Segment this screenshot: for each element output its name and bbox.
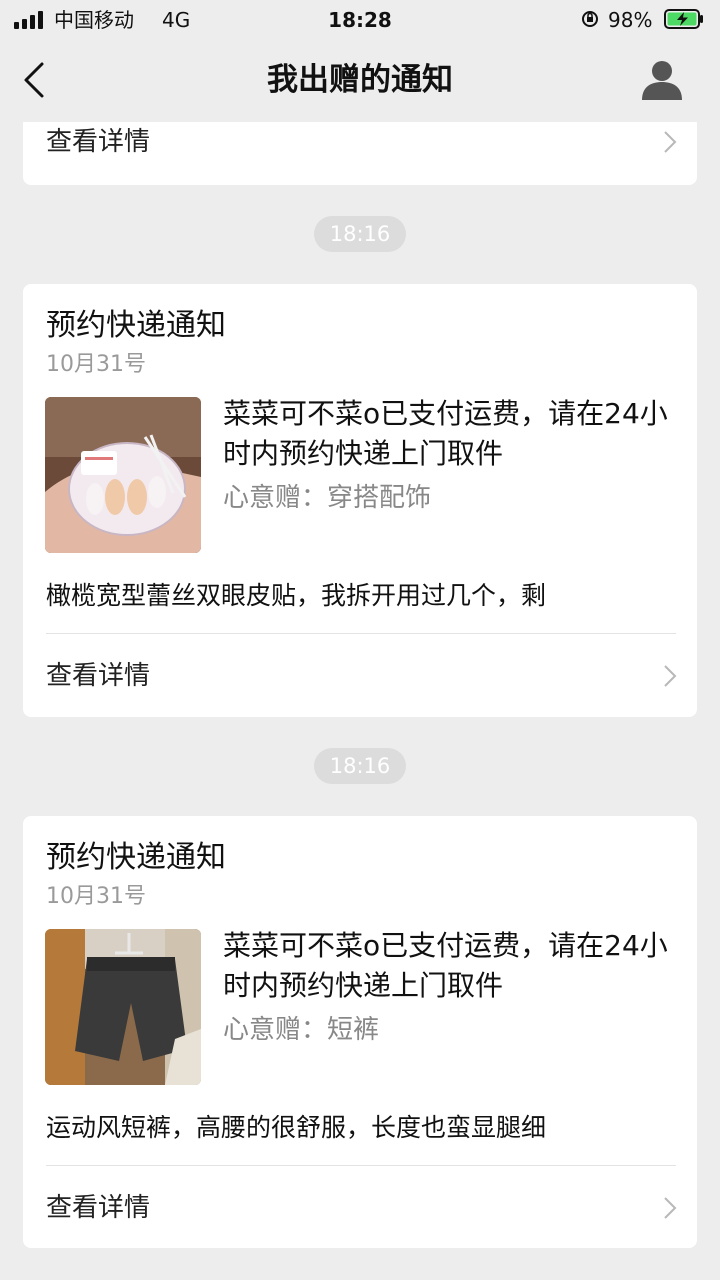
view-details-row[interactable]: 查看详情 — [23, 1166, 697, 1250]
card-title: 预约快递通知 — [46, 308, 226, 343]
gift-category-value: 穿搭配饰 — [327, 483, 432, 513]
status-bar: 中国移动 4G 18:28 98% — [0, 0, 720, 40]
gift-category: 心意赠：短裤 — [223, 1012, 379, 1048]
rotation-lock-icon — [582, 11, 598, 27]
time-label: 18:16 — [314, 748, 406, 784]
notification-message: 菜菜可不菜o已支付运费，请在24小时内预约快递上门取件 — [223, 929, 668, 1002]
notification-card: 预约快递通知 10月31号 菜菜可不菜o已支付运费，请在24小时内预约快递上门取… — [23, 284, 697, 717]
item-description: 橄榄宽型蕾丝双眼皮贴，我拆开用过几个，剩 — [46, 581, 547, 610]
gift-category-label: 心意赠： — [223, 483, 328, 513]
view-details-row[interactable]: 查看详情 — [23, 634, 697, 718]
nav-bar-overlay: 我出赠的通知 — [0, 40, 720, 120]
view-details-label: 查看详情 — [46, 661, 151, 691]
gift-category: 心意赠：穿搭配饰 — [223, 480, 431, 516]
view-details-label: 查看详情 — [46, 1193, 151, 1223]
profile-icon[interactable] — [640, 58, 684, 102]
notification-message: 菜菜可不菜o已支付运费，请在24小时内预约快递上门取件 — [223, 397, 668, 470]
chevron-right-icon — [664, 1197, 677, 1219]
chevron-right-icon — [664, 665, 677, 687]
time-label: 18:16 — [314, 216, 406, 252]
item-description: 运动风短裤，高腰的很舒服，长度也蛮显腿细 — [46, 1113, 547, 1142]
product-image-shorts[interactable] — [45, 929, 201, 1085]
card-date: 10月31号 — [46, 884, 146, 909]
gift-category-value: 短裤 — [327, 1015, 380, 1045]
view-details-label: 查看详情 — [46, 127, 151, 157]
battery-charging-icon — [664, 9, 703, 29]
card-date: 10月31号 — [46, 352, 146, 377]
notification-card: 预约快递通知 10月31号 菜菜可不菜o已支付运费，请在24小时内预约快递上门取… — [23, 816, 697, 1248]
chevron-right-icon — [664, 131, 677, 153]
nav-title: 我出赠的通知 — [267, 62, 453, 98]
gift-category-label: 心意赠： — [223, 1015, 328, 1045]
battery-percent: 98% — [608, 8, 653, 32]
product-image-eyelid-tape[interactable] — [45, 397, 201, 553]
card-title: 预约快递通知 — [46, 840, 226, 875]
